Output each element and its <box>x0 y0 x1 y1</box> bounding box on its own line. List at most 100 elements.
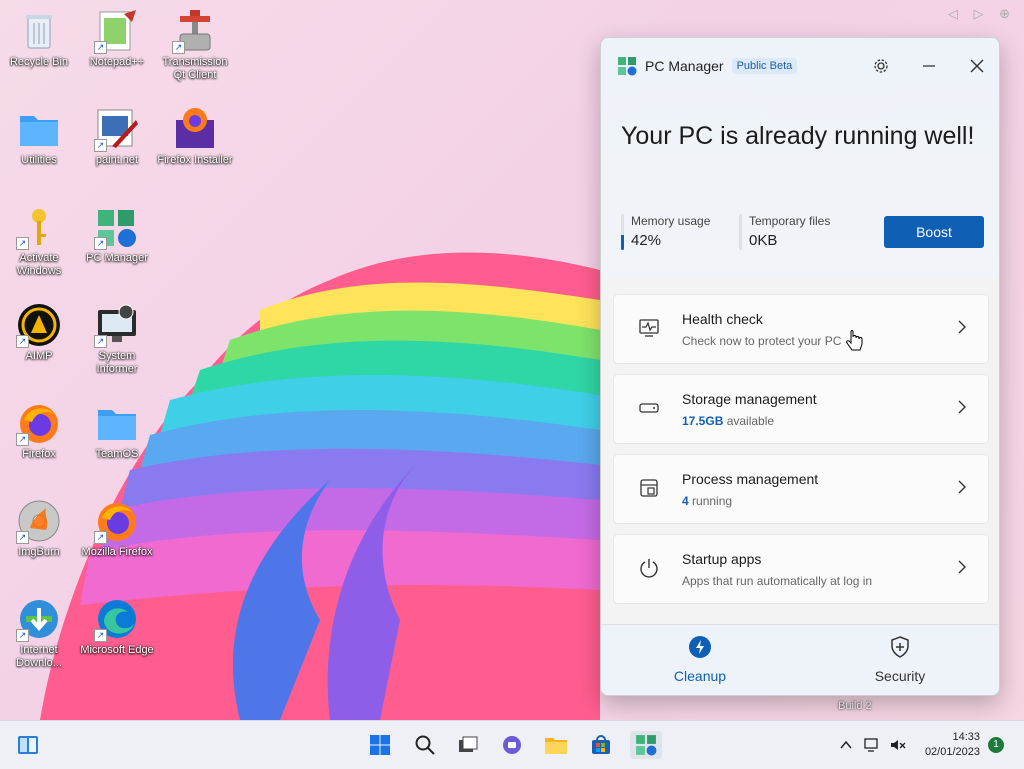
storage-management-card[interactable]: Storage management 17.5GB available <box>613 374 989 444</box>
pc-manager-window: PC Manager Public Beta Your PC is alread… <box>600 37 1000 696</box>
clock-date: 02/01/2023 <box>924 746 980 758</box>
network-button[interactable] <box>858 731 886 759</box>
storage-available-label: available <box>726 414 775 428</box>
desktop-icon-mozilla-firefox[interactable]: ↗ Mozilla Firefox <box>79 498 155 559</box>
desktop-icon-firefox[interactable]: ↗ Firefox <box>1 400 77 461</box>
file-explorer-icon <box>545 738 567 754</box>
chevron-right-icon <box>958 560 966 574</box>
build-watermark: Build 2 <box>838 700 872 712</box>
shortcut-arrow-icon: ↗ <box>94 41 107 54</box>
desktop-icon-label: Notepad++ <box>89 56 145 68</box>
task-view-button[interactable] <box>454 731 482 759</box>
desktop-icon-internet-download-manager[interactable]: ↗ Internet Downlo... <box>1 596 77 670</box>
shortcut-arrow-icon: ↗ <box>94 629 107 642</box>
card-subtitle: 4 running <box>682 494 732 508</box>
shortcut-arrow-icon: ↗ <box>16 237 29 250</box>
temporary-files-bar <box>739 214 742 250</box>
storage-available-value: 17.5GB <box>682 414 724 428</box>
tab-security[interactable]: Security <box>840 635 960 684</box>
lightning-icon <box>689 636 711 658</box>
temporary-files-value: 0KB <box>749 232 778 249</box>
desktop-icon-paintnet[interactable]: ↗ paint.net <box>79 106 155 167</box>
tab-cleanup[interactable]: Cleanup <box>640 635 760 684</box>
desktop-icon-pc-manager[interactable]: ↗ PC Manager <box>79 204 155 265</box>
health-check-card[interactable]: Health check Check now to protect your P… <box>613 294 989 364</box>
desktop-icon-label: Firefox Installer <box>157 154 233 166</box>
memory-usage-value: 42% <box>631 232 662 249</box>
desktop-icon-activate-windows[interactable]: ↗ Activate Windows <box>1 204 77 278</box>
imgburn-icon: ↗ <box>16 498 62 544</box>
chat-icon <box>503 736 521 754</box>
widgets-icon <box>18 736 38 754</box>
chat-button[interactable] <box>498 731 526 759</box>
start-button[interactable] <box>366 731 394 759</box>
temporary-files-stat: Temporary files 0KB <box>739 214 845 250</box>
shortcut-arrow-icon: ↗ <box>94 335 107 348</box>
pc-manager-taskbar-button[interactable] <box>630 731 662 759</box>
app-title: PC Manager <box>645 58 724 74</box>
public-beta-badge: Public Beta <box>731 58 798 74</box>
startup-apps-card[interactable]: Startup apps Apps that run automatically… <box>613 534 989 604</box>
boost-button[interactable]: Boost <box>884 216 984 248</box>
recycle-bin-icon <box>16 8 62 54</box>
card-title: Startup apps <box>682 551 762 567</box>
clock[interactable]: 14:33 02/01/2023 <box>925 730 980 760</box>
desktop-icon-teamos[interactable]: TeamOS <box>79 400 155 461</box>
file-explorer-button[interactable] <box>542 731 570 759</box>
power-icon <box>640 559 658 578</box>
desktop-icon-label: System Informer <box>96 350 138 375</box>
microsoft-store-button[interactable] <box>587 731 615 759</box>
transmission-icon: ↗ <box>172 8 218 54</box>
chevron-up-icon <box>840 740 852 749</box>
settings-button[interactable] <box>869 54 893 78</box>
firefox-icon: ↗ <box>94 498 140 544</box>
desktop-icon-label: Utilities <box>21 154 57 166</box>
desktop-icon-firefox-installer[interactable]: Firefox Installer <box>157 106 233 167</box>
desktop-icon-label: Microsoft Edge <box>80 644 154 656</box>
memory-usage-bar <box>621 214 624 250</box>
desktop-icon-imgburn[interactable]: ↗ ImgBurn <box>1 498 77 559</box>
close-button[interactable] <box>965 54 989 78</box>
notification-badge[interactable]: 1 <box>988 737 1004 753</box>
desktop-icon-aimp[interactable]: ↗ AIMP <box>1 302 77 363</box>
show-hidden-icons-button[interactable] <box>832 731 860 759</box>
shortcut-arrow-icon: ↗ <box>94 139 107 152</box>
process-count-label: running <box>692 494 733 508</box>
desktop-icon-utilities[interactable]: Utilities <box>1 106 77 167</box>
shortcut-arrow-icon: ↗ <box>94 531 107 544</box>
desktop-icon-system-informer[interactable]: ↗ System Informer <box>79 302 155 376</box>
store-icon <box>592 735 610 754</box>
edge-icon: ↗ <box>94 596 140 642</box>
minimize-icon <box>923 65 935 67</box>
pc-manager-icon <box>636 735 657 756</box>
search-button[interactable] <box>411 731 439 759</box>
minimize-button[interactable] <box>917 54 941 78</box>
aimp-icon: ↗ <box>16 302 62 348</box>
process-management-card[interactable]: Process management 4 running <box>613 454 989 524</box>
volume-muted-icon <box>891 740 906 750</box>
tab-label: Cleanup <box>673 668 727 684</box>
widgets-button[interactable] <box>14 731 42 759</box>
shortcut-arrow-icon: ↗ <box>94 237 107 250</box>
temporary-files-label: Temporary files <box>749 214 831 228</box>
desktop-icon-label: Transmission Qt Client <box>162 56 228 81</box>
stats-row: Memory usage 42% Temporary files 0KB <box>621 214 857 250</box>
desktop-icon-transmission[interactable]: ↗ Transmission Qt Client <box>157 8 233 82</box>
desktop-icon-label: AIMP <box>25 350 53 362</box>
card-title: Health check <box>682 311 763 327</box>
desktop-icon-notepad-plus-plus[interactable]: ↗ Notepad++ <box>79 8 155 69</box>
windows-start-icon <box>370 735 390 755</box>
desktop-icon-microsoft-edge[interactable]: ↗ Microsoft Edge <box>79 596 155 657</box>
chevron-right-icon <box>958 400 966 414</box>
card-title: Process management <box>682 471 819 487</box>
bottom-nav: Cleanup Security <box>601 624 999 695</box>
process-count-value: 4 <box>682 494 689 508</box>
shield-icon <box>891 636 909 658</box>
desktop-icon-label: Firefox <box>22 448 56 460</box>
hand-cursor-icon <box>846 330 863 351</box>
network-icon <box>864 738 878 752</box>
desktop-icon-label: TeamOS <box>95 448 139 460</box>
volume-button[interactable] <box>884 731 912 759</box>
desktop-icon-label: Recycle Bin <box>9 56 69 68</box>
desktop-icon-recycle-bin[interactable]: Recycle Bin <box>1 8 77 69</box>
